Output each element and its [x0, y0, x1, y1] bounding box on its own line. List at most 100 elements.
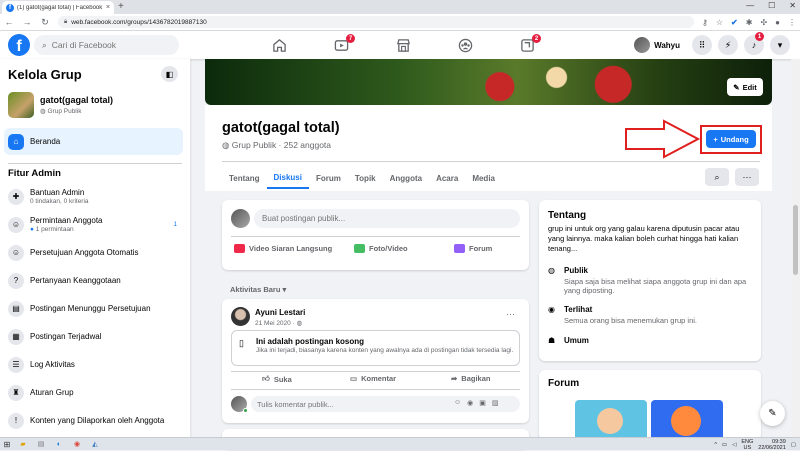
- window-close-icon[interactable]: ✕: [789, 1, 796, 10]
- reload-icon[interactable]: ↻: [40, 17, 50, 28]
- sidebar-item-activity-log[interactable]: ☰ Log Aktivitas: [4, 351, 183, 378]
- edit-label: Edit: [742, 82, 757, 92]
- comment-button[interactable]: ▭ Komentar: [350, 374, 396, 383]
- photo-video-button[interactable]: Foto/Video: [354, 244, 408, 253]
- like-button[interactable]: 👍︎ Suka: [262, 374, 292, 384]
- clock[interactable]: 09:39 22/06/2021: [758, 439, 786, 451]
- sidebar-item-auto-approval[interactable]: ☺ Persetujuan Anggota Otomatis: [4, 239, 183, 266]
- url-field[interactable]: 🔒︎ web.facebook.com/groups/1436782019887…: [58, 16, 695, 28]
- avatar[interactable]: [231, 307, 250, 326]
- search-box[interactable]: ⌕: [34, 35, 179, 55]
- network-icon[interactable]: ▭: [722, 442, 727, 448]
- sidebar-item-member-requests[interactable]: ☺ Permintaan Anggota ● 1 permintaan 1: [4, 211, 183, 238]
- nav-gaming[interactable]: 2: [496, 31, 558, 59]
- sidebar-item-group-rules[interactable]: ♜ Aturan Grup: [4, 379, 183, 406]
- sticker-icon[interactable]: ▨: [492, 399, 499, 407]
- start-icon[interactable]: ⊞: [0, 440, 14, 449]
- language-indicator[interactable]: ENG US: [741, 439, 753, 451]
- window-controls: — ☐ ✕: [746, 1, 796, 10]
- key-icon[interactable]: ⚷: [702, 18, 708, 27]
- account-menu-button[interactable]: ▾: [770, 35, 790, 55]
- extension-icon[interactable]: ✱: [746, 18, 753, 27]
- sidebar-item-label: Log Aktivitas: [30, 360, 75, 369]
- photo-video-label: Foto/Video: [369, 244, 408, 253]
- menu-grid-button[interactable]: ⠿: [692, 35, 712, 55]
- nav-home[interactable]: [248, 31, 310, 59]
- invite-button[interactable]: + Undang: [706, 130, 756, 148]
- lock-icon[interactable]: 🔒︎: [64, 19, 67, 26]
- feed-sort-dropdown[interactable]: Aktivitas Baru ▾: [230, 285, 286, 294]
- people-icon: ☗: [548, 336, 556, 345]
- star-icon[interactable]: ☆: [716, 18, 723, 27]
- share-button[interactable]: ➦ Bagikan: [451, 374, 490, 383]
- new-tab-button[interactable]: +: [118, 1, 124, 12]
- pencil-icon: ✎: [733, 82, 740, 92]
- tab-topik[interactable]: Topik: [348, 167, 383, 189]
- group-more-button[interactable]: ···: [735, 168, 759, 186]
- browser-tab[interactable]: f (1) gatot(gagal total) | Facebook ×: [2, 1, 114, 14]
- tray-up-icon[interactable]: ^: [714, 442, 717, 448]
- check-extension-icon[interactable]: ✔: [731, 18, 738, 27]
- taskbar-app-icon[interactable]: ▤: [32, 439, 50, 450]
- tab-close-icon[interactable]: ×: [106, 4, 110, 11]
- new-message-button[interactable]: ✎: [760, 401, 785, 426]
- sidebar-item-reported-content[interactable]: ! Konten yang Dilaporkan oleh Anggota: [4, 407, 183, 434]
- puzzle-icon[interactable]: ✣: [760, 18, 767, 27]
- maximize-icon[interactable]: ☐: [768, 1, 775, 10]
- rules-icon: ♜: [8, 384, 24, 401]
- taskbar-edge-icon[interactable]: ◐: [50, 439, 68, 450]
- sidebar-group[interactable]: gatot(gagal total) ◍ Grup Publik: [8, 92, 113, 118]
- gif-icon[interactable]: ▣: [479, 399, 486, 407]
- tab-media[interactable]: Media: [465, 167, 502, 189]
- sidebar-item-pending-posts[interactable]: ▤ Postingan Menunggu Persetujuan: [4, 295, 183, 322]
- forward-icon[interactable]: →: [22, 17, 32, 27]
- sidebar-item-admin-help[interactable]: ✚ Bantuan Admin 0 tindakan, 0 kriteria: [4, 183, 183, 210]
- facebook-header: f ⌕ 7 2 Wahyu ⠿ ⚡︎ ♪ 1: [0, 31, 800, 59]
- globe-icon: ◍: [548, 266, 555, 275]
- notifications-button[interactable]: ♪ 1: [744, 32, 764, 55]
- profile-chip[interactable]: Wahyu: [632, 35, 686, 55]
- nav-watch[interactable]: 7: [310, 31, 372, 59]
- forum-button[interactable]: Forum: [454, 244, 492, 253]
- tab-tentang[interactable]: Tentang: [222, 167, 267, 189]
- tab-forum[interactable]: Forum: [309, 167, 348, 189]
- post-date[interactable]: 21 Mei 2020 · ◍: [255, 319, 302, 327]
- camera-icon[interactable]: ◉: [467, 399, 473, 407]
- composer-input[interactable]: [254, 209, 520, 228]
- minimize-icon[interactable]: —: [746, 1, 754, 10]
- notification-center-icon[interactable]: ▢: [791, 442, 796, 448]
- nav-groups[interactable]: [434, 31, 496, 59]
- profile-icon[interactable]: ●: [775, 18, 780, 27]
- url-text: web.facebook.com/groups/1436782019887130: [71, 18, 207, 26]
- emoji-icon[interactable]: ☺: [454, 399, 461, 407]
- post-author[interactable]: Ayuni Lestari: [255, 308, 305, 317]
- search-input[interactable]: [51, 40, 171, 50]
- live-video-button[interactable]: Video Siaran Langsung: [234, 244, 332, 253]
- sidebar-item-membership-questions[interactable]: ? Pertanyaan Keanggotaan: [4, 267, 183, 294]
- caret-down-icon: ▾: [777, 39, 783, 50]
- taskbar-app-icon[interactable]: ◭: [86, 439, 104, 450]
- tab-diskusi[interactable]: Diskusi: [266, 167, 309, 189]
- sidebar-item-scheduled-posts[interactable]: ▦ Postingan Terjadwal: [4, 323, 183, 350]
- scrollbar-thumb[interactable]: [793, 205, 798, 275]
- menu-dots-icon[interactable]: ⋮: [788, 18, 796, 27]
- forum-title: Forum: [548, 378, 580, 389]
- facebook-logo-icon[interactable]: f: [8, 34, 30, 56]
- compose-icon: ✎: [768, 408, 777, 419]
- back-icon[interactable]: ←: [4, 17, 14, 27]
- sidebar-item-sub: ● 1 permintaan: [30, 226, 74, 233]
- nav-marketplace[interactable]: [372, 31, 434, 59]
- collapse-sidebar-button[interactable]: ◧: [161, 66, 178, 82]
- sidebar-item-label: Persetujuan Anggota Otomatis: [30, 248, 139, 257]
- taskbar-chrome-icon[interactable]: ◉: [68, 439, 86, 450]
- edit-cover-button[interactable]: ✎ Edit: [727, 78, 763, 96]
- tab-acara[interactable]: Acara: [429, 167, 465, 189]
- taskbar-folder-icon[interactable]: ▰: [14, 439, 32, 450]
- post-more-icon[interactable]: ···: [506, 309, 515, 319]
- messenger-button[interactable]: ⚡︎: [718, 35, 738, 55]
- group-search-button[interactable]: ⌕: [705, 168, 729, 186]
- volume-icon[interactable]: ◁: [732, 442, 736, 448]
- sidebar-item-beranda[interactable]: ⌂ Beranda: [4, 128, 183, 155]
- tab-anggota[interactable]: Anggota: [383, 167, 429, 189]
- general-title: Umum: [564, 336, 589, 345]
